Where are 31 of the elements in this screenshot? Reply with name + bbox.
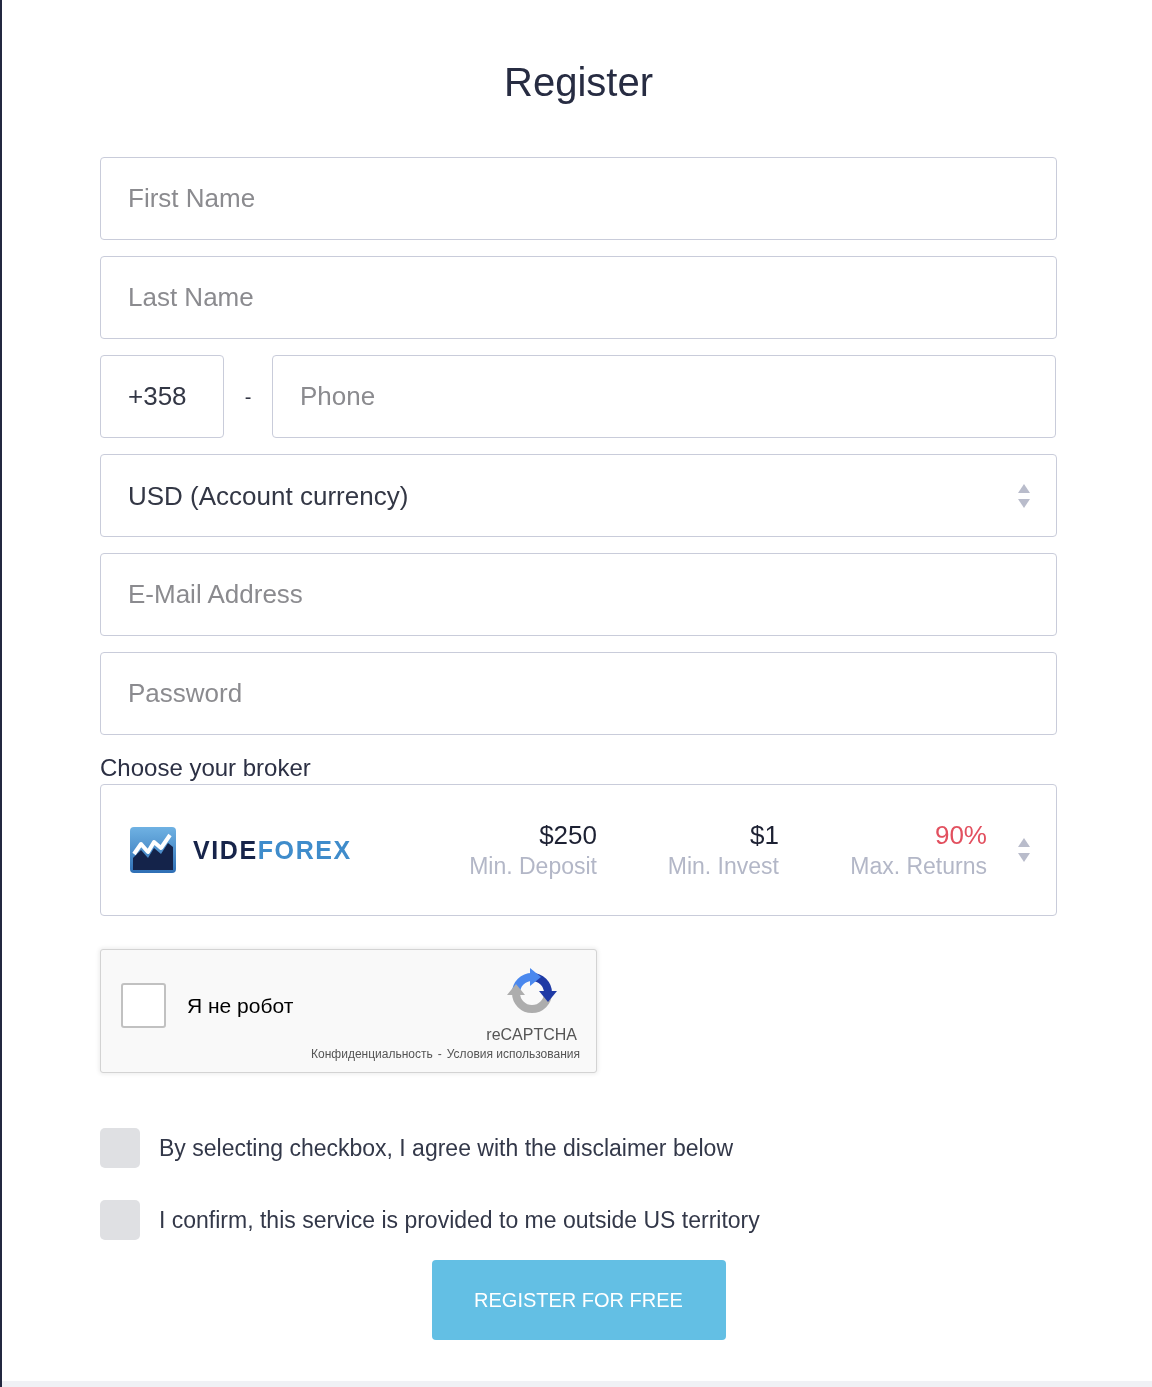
logo-wordmark: VIDEFOREX xyxy=(193,835,353,865)
page-title: Register xyxy=(504,59,653,106)
broker-label: Choose your broker xyxy=(100,753,312,783)
captcha-checkbox[interactable] xyxy=(121,983,166,1028)
link-separator: - xyxy=(437,1047,442,1061)
input-field[interactable]: E-Mail Address xyxy=(100,553,1057,636)
checkbox[interactable] xyxy=(100,1128,140,1168)
stat-value: 90% xyxy=(934,819,987,851)
stat-label: Min. Deposit xyxy=(469,852,597,881)
phone-separator: - xyxy=(243,384,253,409)
input-field[interactable]: Last Name xyxy=(100,256,1057,339)
password-field[interactable]: Password xyxy=(100,652,1057,735)
stat-label: Max. Returns xyxy=(850,852,987,881)
stat-value: $250 xyxy=(539,819,597,851)
stat-value: $1 xyxy=(750,819,779,851)
broker-select[interactable]: VIDEFOREX $250 Min. Deposit $1 Min. Invest 90% Max. Returns xyxy=(100,784,1057,916)
stat-label: Min. Invest xyxy=(667,852,779,881)
captcha-label: Я не робот xyxy=(187,992,294,1019)
up-down-arrows-icon xyxy=(1018,838,1030,862)
captcha-brand: reCAPTCHA xyxy=(486,1026,577,1044)
phone-field[interactable]: Phone xyxy=(272,355,1056,438)
checkbox-label: I confirm, this service is provided to me outside US territory xyxy=(159,1206,760,1235)
privacy-link[interactable]: Конфиденциальность xyxy=(311,1047,433,1061)
checkbox[interactable] xyxy=(100,1200,140,1240)
chart-logo-icon xyxy=(130,827,176,873)
input-field[interactable]: First Name xyxy=(100,157,1057,240)
currency-select[interactable]: USD (Account currency) xyxy=(100,454,1057,537)
checkbox-label: By selecting checkbox, I agree with the disclaimer below xyxy=(159,1134,733,1163)
country-code-field[interactable]: +358 xyxy=(100,355,224,438)
up-down-arrows-icon xyxy=(1018,483,1030,508)
terms-link[interactable]: Условия использования xyxy=(446,1047,580,1061)
